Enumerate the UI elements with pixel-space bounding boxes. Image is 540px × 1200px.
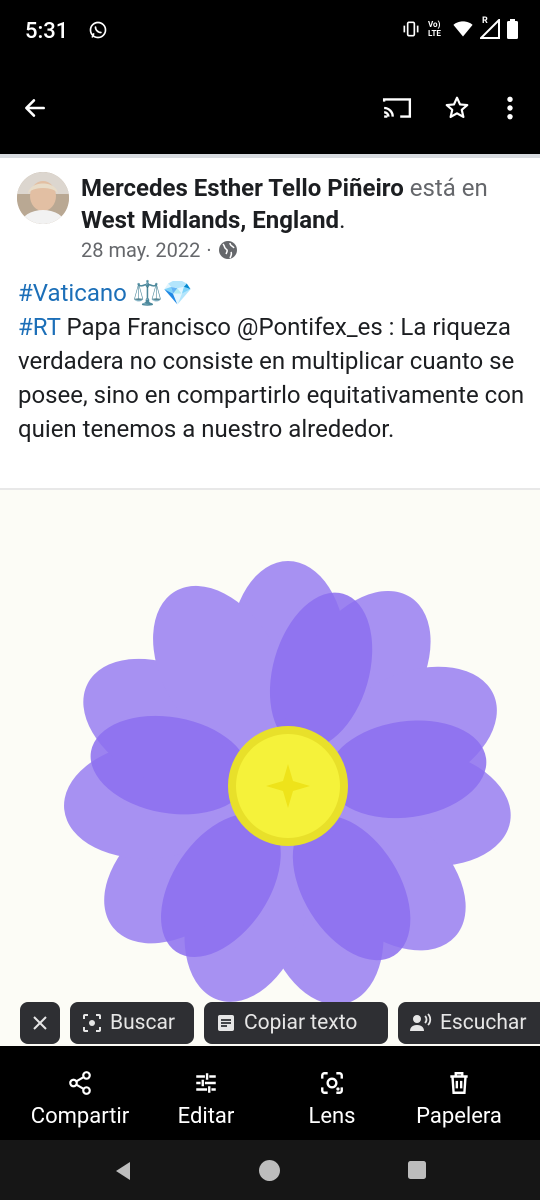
listen-chip-label: Escuchar bbox=[440, 1011, 527, 1035]
meta-separator: · bbox=[206, 238, 212, 262]
close-chip-button[interactable] bbox=[20, 1002, 60, 1044]
flower-image bbox=[64, 561, 511, 1005]
author-name[interactable]: Mercedes Esther Tello Piñeiro bbox=[81, 174, 404, 202]
vibrate-icon bbox=[403, 21, 419, 37]
battery-icon bbox=[507, 19, 518, 39]
system-nav-bar bbox=[0, 1140, 540, 1200]
roaming-label: R bbox=[482, 16, 488, 26]
star-icon[interactable] bbox=[433, 84, 481, 132]
connector-en: en bbox=[461, 174, 488, 202]
edit-label: Editar bbox=[177, 1104, 235, 1129]
bottom-action-bar: Compartir Editar Lens Papelera bbox=[0, 1050, 540, 1142]
hashtag-rt[interactable]: #RT bbox=[18, 313, 60, 341]
post-author-line: Mercedes Esther Tello Piñeiro está en We… bbox=[81, 172, 531, 236]
hashtag-vaticano[interactable]: #Vaticano bbox=[18, 279, 127, 307]
wifi-icon bbox=[453, 21, 473, 37]
post-emojis: ⚖️💎 bbox=[132, 279, 193, 307]
post-top-border bbox=[0, 154, 540, 158]
search-chip-button[interactable]: Buscar bbox=[70, 1002, 194, 1044]
lens-suggestion-chips: Buscar Copiar texto Escuchar bbox=[0, 1002, 540, 1048]
avatar bbox=[17, 172, 69, 224]
tune-icon bbox=[196, 1073, 216, 1093]
post-line-2: #RT Papa Francisco @Pontifex_es : La riq… bbox=[18, 310, 528, 446]
nav-home-icon[interactable] bbox=[258, 1159, 281, 1182]
cast-icon[interactable] bbox=[373, 84, 421, 132]
volte-label: Vo) LTE bbox=[428, 20, 441, 38]
whatsapp-icon bbox=[89, 21, 107, 39]
lens-search-icon bbox=[83, 1014, 101, 1032]
photo-viewer[interactable]: Mercedes Esther Tello Piñeiro está en We… bbox=[0, 154, 540, 1046]
post-text: #Vaticano ⚖️💎 #RT Papa Francisco @Pontif… bbox=[18, 276, 528, 446]
more-vert-icon[interactable] bbox=[486, 84, 534, 132]
post-line-1: #Vaticano ⚖️💎 bbox=[18, 276, 528, 310]
share-label: Compartir bbox=[30, 1104, 130, 1129]
location-suffix: . bbox=[339, 206, 346, 234]
signal-icon: R bbox=[478, 16, 500, 39]
close-icon bbox=[33, 1016, 47, 1030]
lens-label: Lens bbox=[308, 1104, 356, 1129]
connector-esta: está bbox=[409, 174, 456, 202]
location-name[interactable]: West Midlands, England bbox=[81, 206, 339, 234]
lens-button[interactable]: Lens bbox=[302, 1070, 362, 1129]
post-meta: 28 may. 2022 · bbox=[81, 238, 238, 262]
status-bar: 5:31 Vo) LTE R bbox=[0, 0, 540, 62]
post-image bbox=[0, 490, 540, 1046]
post-body: Papa Francisco @Pontifex_es : La riqueza… bbox=[18, 313, 525, 443]
listen-chip-button[interactable]: Escuchar bbox=[398, 1002, 540, 1044]
copy-text-chip-label: Copiar texto bbox=[244, 1011, 358, 1035]
nav-recents-icon[interactable] bbox=[407, 1160, 427, 1180]
share-button[interactable]: Compartir bbox=[24, 1070, 136, 1129]
trash-button[interactable]: Papelera bbox=[406, 1070, 512, 1129]
copy-text-chip-button[interactable]: Copiar texto bbox=[204, 1002, 388, 1044]
post-date: 28 may. 2022 bbox=[81, 238, 201, 262]
photo-toolbar bbox=[0, 62, 540, 154]
trash-icon bbox=[450, 1072, 468, 1094]
speaker-person-icon bbox=[410, 1013, 432, 1031]
trash-label: Papelera bbox=[416, 1104, 502, 1129]
globe-icon bbox=[218, 241, 237, 259]
search-chip-label: Buscar bbox=[110, 1011, 176, 1035]
nav-back-icon[interactable] bbox=[112, 1160, 134, 1182]
share-icon bbox=[69, 1071, 91, 1095]
edit-button[interactable]: Editar bbox=[170, 1070, 242, 1129]
lens-icon bbox=[321, 1072, 343, 1094]
status-time: 5:31 bbox=[25, 19, 69, 44]
back-arrow-icon[interactable] bbox=[11, 84, 59, 132]
system-icons: Vo) LTE R bbox=[401, 16, 518, 39]
document-icon bbox=[218, 1015, 234, 1031]
